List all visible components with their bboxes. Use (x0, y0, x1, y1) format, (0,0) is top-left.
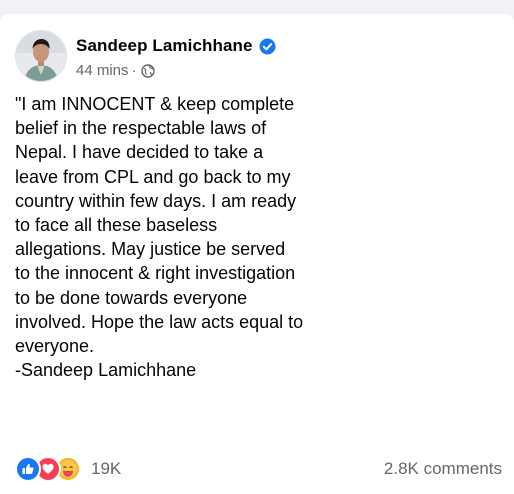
author-avatar[interactable] (15, 30, 67, 82)
post-footer: 19K 2.8K comments (15, 455, 514, 483)
separator-dot: · (131, 62, 137, 79)
author-name[interactable]: Sandeep Lamichhane (76, 36, 253, 56)
post-text: "I am INNOCENT & keep complete belief in… (15, 94, 304, 381)
post-subline: 44 mins · (76, 62, 276, 79)
post-timestamp[interactable]: 44 mins (76, 62, 129, 79)
like-icon (15, 456, 41, 482)
author-row: Sandeep Lamichhane (76, 35, 276, 57)
comments-count-link[interactable]: 2.8K comments (384, 459, 502, 479)
post-header: Sandeep Lamichhane 44 mins · (15, 30, 276, 86)
reactions-summary[interactable] (15, 456, 81, 482)
globe-icon[interactable] (140, 63, 155, 78)
reaction-count[interactable]: 19K (91, 459, 121, 479)
post-meta: Sandeep Lamichhane 44 mins · (76, 30, 276, 79)
post-card: Sandeep Lamichhane 44 mins · "I am INNOC… (0, 14, 514, 494)
verified-badge-icon (259, 38, 276, 55)
